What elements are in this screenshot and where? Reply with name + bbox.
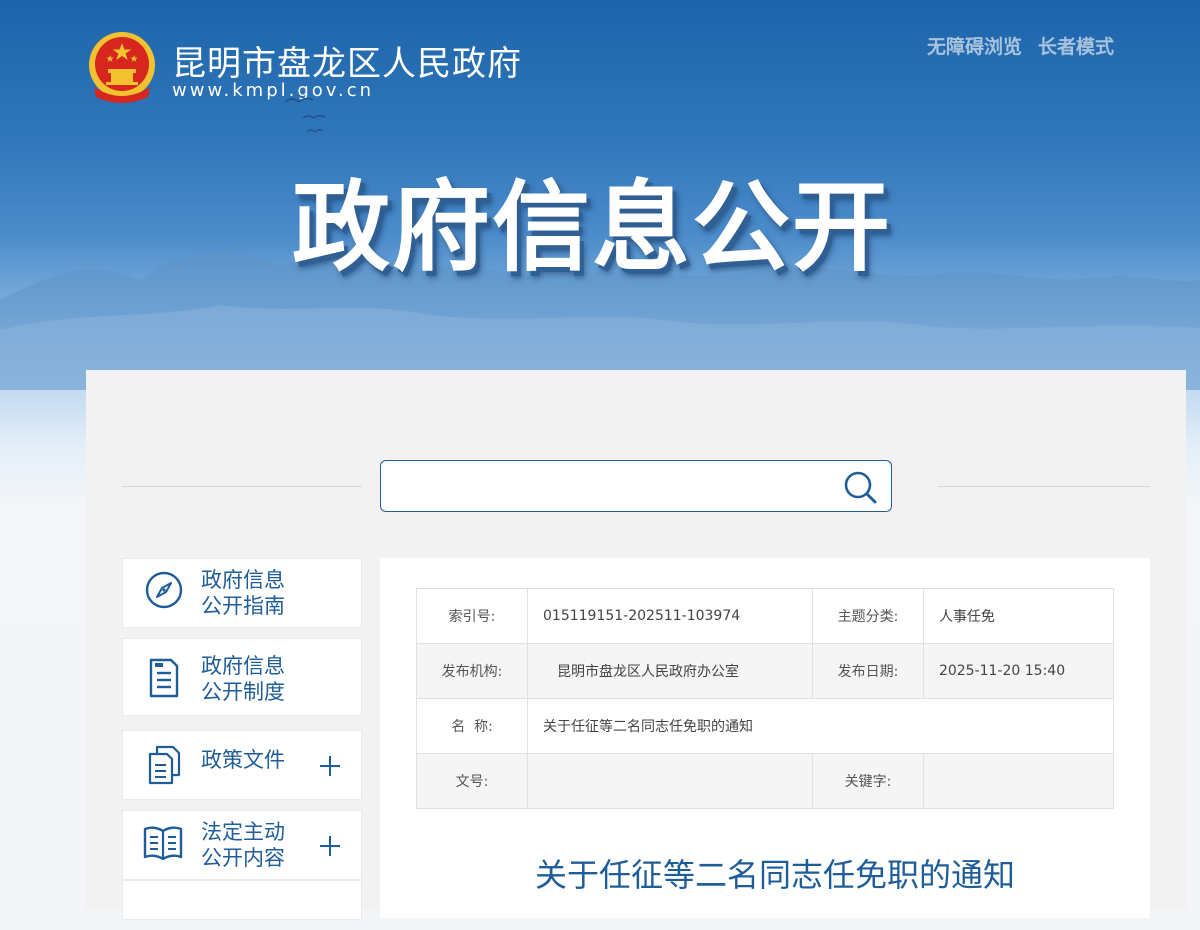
accessibility-link[interactable]: 无障碍浏览 <box>927 32 1022 59</box>
sidebar-item-label: 政府信息 公开指南 <box>201 568 285 618</box>
sidebar-item-label: 政策文件 <box>201 748 285 772</box>
metadata-table: 索引号: 015119151-202511-103974 主题分类: 人事任免 … <box>416 588 1115 809</box>
national-emblem-icon <box>89 32 155 103</box>
topic-value: 人事任免 <box>922 588 1115 644</box>
birds-decoration-icon <box>285 97 326 133</box>
search-box <box>380 460 892 512</box>
divider-line <box>938 486 1150 487</box>
date-value: 2025-11-20 15:40 <box>922 643 1115 699</box>
sidebar-item-policy-files[interactable]: 政策文件 <box>122 730 362 800</box>
index-label: 索引号: <box>416 588 528 644</box>
name-value: 关于任征等二名同志任免职的通知 <box>527 698 1114 754</box>
date-label: 发布日期: <box>811 643 924 699</box>
search-row <box>122 460 1150 512</box>
search-input[interactable] <box>381 461 853 509</box>
table-row: 文号: 关键字: <box>416 753 1115 809</box>
sidebar-item-next[interactable] <box>122 880 362 920</box>
keyword-value <box>922 753 1115 809</box>
sidebar: 政府信息 公开指南 政府信息 公开制度 政策文件 法定主动 公开内容 <box>122 558 362 930</box>
sidebar-item-statutory-content[interactable]: 法定主动 公开内容 <box>122 810 362 880</box>
top-links: 无障碍浏览 长者模式 <box>927 32 1114 59</box>
table-row: 发布机构: 昆明市盘龙区人民政府办公室 发布日期: 2025-11-20 15:… <box>416 643 1115 699</box>
docno-label: 文号: <box>416 753 528 809</box>
book-icon <box>143 826 183 861</box>
divider-line <box>122 486 362 487</box>
document-icon <box>149 658 179 698</box>
site-name: 昆明市盘龙区人民政府 <box>172 44 522 84</box>
article-title: 关于任征等二名同志任免职的通知 <box>534 856 1015 894</box>
elderly-mode-link[interactable]: 长者模式 <box>1038 32 1114 59</box>
compass-icon <box>145 571 183 609</box>
expand-plus-icon[interactable] <box>319 835 341 857</box>
sidebar-item-label: 政府信息 公开制度 <box>201 654 285 704</box>
hero-title: 政府信息公开 <box>292 171 893 285</box>
publisher-label: 发布机构: <box>416 643 528 699</box>
table-row: 索引号: 015119151-202511-103974 主题分类: 人事任免 <box>416 588 1115 644</box>
files-icon <box>148 745 181 785</box>
keyword-label: 关键字: <box>811 753 924 809</box>
docno-value <box>527 753 813 809</box>
publisher-value: 昆明市盘龙区人民政府办公室 <box>527 643 813 699</box>
sidebar-item-disclosure-guide[interactable]: 政府信息 公开指南 <box>122 558 362 628</box>
sidebar-item-disclosure-system[interactable]: 政府信息 公开制度 <box>122 638 362 716</box>
topic-label: 主题分类: <box>811 588 924 644</box>
search-icon[interactable] <box>843 470 877 504</box>
table-row: 名 称: 关于任征等二名同志任免职的通知 <box>416 698 1114 754</box>
expand-plus-icon[interactable] <box>319 755 341 777</box>
content-area: 索引号: 015119151-202511-103974 主题分类: 人事任免 … <box>380 558 1150 918</box>
main-panel: 政府信息 公开指南 政府信息 公开制度 政策文件 法定主动 公开内容 索引号: … <box>86 370 1186 920</box>
index-value: 015119151-202511-103974 <box>527 588 813 644</box>
name-label: 名 称: <box>416 698 528 754</box>
sidebar-item-label: 法定主动 公开内容 <box>201 820 285 870</box>
